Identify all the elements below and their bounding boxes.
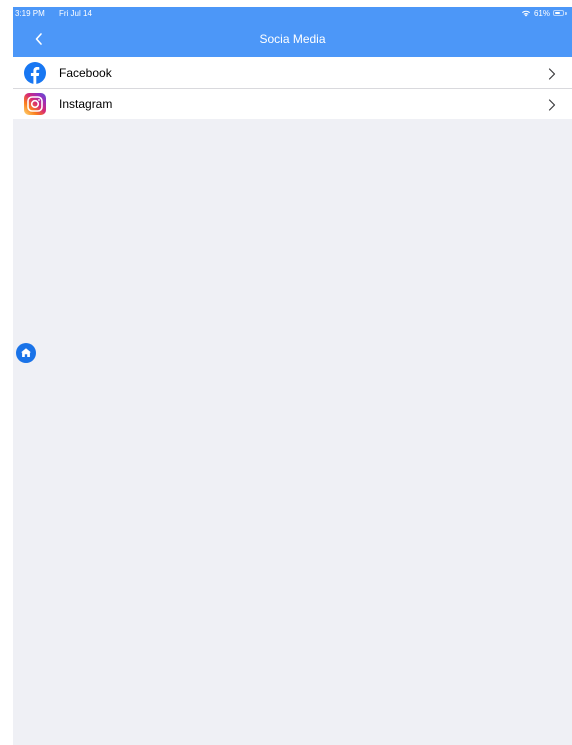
battery-icon xyxy=(553,10,568,17)
home-icon xyxy=(16,343,36,363)
chevron-right-icon xyxy=(548,98,556,111)
app-screen: 3:19 PM Fri Jul 14 61% Socia Media Faceb… xyxy=(13,7,572,745)
status-time: 3:19 PM xyxy=(15,9,45,18)
navigation-bar: Socia Media xyxy=(13,21,572,57)
list-item-facebook[interactable]: Facebook xyxy=(13,57,572,88)
list-item-label: Instagram xyxy=(59,96,113,111)
battery-percent: 61% xyxy=(533,8,550,18)
page-title: Socia Media xyxy=(259,32,326,46)
home-button[interactable] xyxy=(16,343,36,363)
wifi-icon xyxy=(521,9,531,17)
list-item-label: Facebook xyxy=(59,65,112,80)
status-indicators: 61% xyxy=(521,7,568,19)
facebook-icon xyxy=(24,61,46,84)
social-media-list: Facebook Instagram xyxy=(13,57,572,119)
chevron-right-icon xyxy=(548,67,556,80)
status-bar: 3:19 PM Fri Jul 14 61% xyxy=(13,7,572,21)
status-date: Fri Jul 14 xyxy=(59,9,92,18)
header: 3:19 PM Fri Jul 14 61% Socia Media xyxy=(13,7,572,57)
instagram-icon xyxy=(24,92,46,115)
list-item-instagram[interactable]: Instagram xyxy=(13,88,572,119)
